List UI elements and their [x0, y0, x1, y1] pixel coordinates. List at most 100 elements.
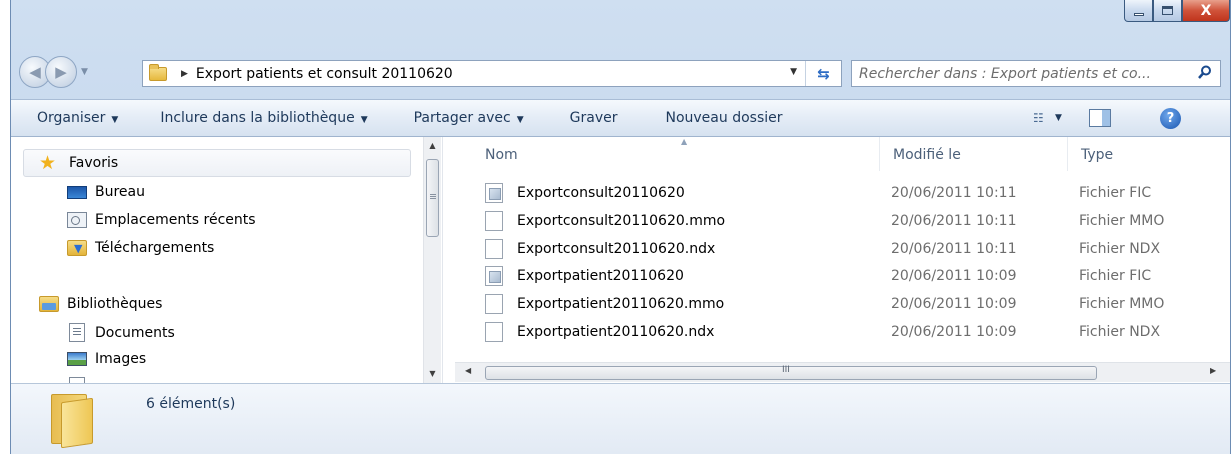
sort-ascending-icon: ▲: [681, 137, 688, 146]
file-list-horizontal-scrollbar[interactable]: ◀ III ▶: [455, 362, 1230, 382]
help-icon[interactable]: ?: [1160, 108, 1181, 129]
view-options-icon[interactable]: ☷: [1033, 111, 1044, 125]
new-folder-button[interactable]: Nouveau dossier: [655, 110, 792, 126]
blank-file-icon: [485, 322, 503, 342]
grip-icon: [430, 194, 436, 200]
burn-button[interactable]: Graver: [560, 110, 628, 126]
nav-item-recent-places[interactable]: Emplacements récents: [67, 212, 256, 228]
grip-icon: III: [782, 365, 790, 375]
file-type: Fichier FIC: [1079, 185, 1152, 201]
folder-icon: [149, 63, 167, 81]
preview-pane-icon[interactable]: [1089, 109, 1111, 127]
blank-file-icon: [485, 239, 503, 259]
file-name: Exportconsult20110620.mmo: [517, 213, 726, 229]
file-modified: 20/06/2011 10:11: [891, 241, 1017, 257]
refresh-icon: ⇆: [817, 64, 830, 83]
minimize-button[interactable]: [1124, 0, 1153, 22]
libraries-icon: [39, 296, 59, 312]
maximize-icon: [1162, 6, 1173, 15]
blank-file-icon: [485, 211, 503, 231]
breadcrumb-current-folder[interactable]: Export patients et consult 20110620: [196, 66, 453, 82]
nav-item-downloads[interactable]: Téléchargements: [67, 240, 214, 256]
nav-item-desktop[interactable]: Bureau: [67, 184, 145, 200]
file-type: Fichier MMO: [1079, 213, 1165, 229]
caption-buttons: X: [1124, 0, 1230, 30]
scroll-up-icon[interactable]: ▲: [424, 141, 441, 150]
details-pane: 6 élément(s): [11, 383, 1230, 454]
maximize-button[interactable]: [1153, 0, 1182, 22]
search-box[interactable]: Rechercher dans : Export patients et co.…: [851, 60, 1221, 87]
scrollbar-thumb[interactable]: III: [485, 365, 1097, 380]
forward-arrow-icon: ▶: [55, 63, 67, 81]
nav-item-images[interactable]: Images: [67, 351, 146, 367]
file-name: Exportconsult20110620: [517, 185, 685, 201]
column-header-name[interactable]: Nom: [485, 147, 518, 163]
documents-icon: [69, 323, 85, 342]
file-name: Exportpatient20110620.mmo: [517, 296, 725, 312]
file-row[interactable]: Exportpatient20110620.mmo 20/06/2011 10:…: [485, 292, 1230, 316]
recent-pages-dropdown-icon[interactable]: ▼: [81, 67, 88, 77]
file-modified: 20/06/2011 10:09: [891, 268, 1017, 284]
file-type: Fichier MMO: [1079, 296, 1165, 312]
file-row[interactable]: Exportconsult20110620.mmo 20/06/2011 10:…: [485, 209, 1230, 233]
file-modified: 20/06/2011 10:11: [891, 213, 1017, 229]
share-with-menu[interactable]: Partager avec ▼: [404, 110, 534, 126]
navigation-pane: ★ Favoris Bureau Emplacements récents Té…: [11, 137, 441, 383]
close-button[interactable]: X: [1182, 0, 1230, 22]
minimize-icon: [1133, 12, 1144, 16]
forward-button[interactable]: ▶: [45, 56, 77, 88]
breadcrumb-arrow-icon[interactable]: ▶: [181, 69, 188, 79]
file-row[interactable]: Exportpatient20110620.ndx 20/06/2011 10:…: [485, 320, 1230, 344]
downloads-folder-icon: [67, 240, 87, 256]
scroll-right-icon[interactable]: ▶: [1210, 366, 1216, 375]
images-icon: [67, 352, 87, 366]
scrollbar-thumb[interactable]: [426, 159, 439, 237]
file-name: Exportpatient20110620: [517, 268, 684, 284]
column-separator[interactable]: [879, 137, 880, 171]
search-input[interactable]: Rechercher dans : Export patients et co.…: [859, 66, 1189, 82]
star-icon: ★: [39, 152, 57, 174]
navigation-buttons: ◀ ▶ ▼: [19, 56, 88, 88]
scroll-down-icon[interactable]: ▼: [424, 369, 441, 378]
chevron-down-icon: ▼: [111, 115, 119, 125]
file-row[interactable]: Exportconsult20110620 20/06/2011 10:11 F…: [485, 181, 1230, 205]
column-header-modified[interactable]: Modifié le: [893, 147, 961, 163]
address-bar[interactable]: ▶ Export patients et consult 20110620 ▼ …: [142, 60, 842, 87]
address-dropdown-icon[interactable]: ▼: [790, 67, 797, 77]
explorer-window: X ◀ ▶ ▼ ▶ Export patients et consult 201…: [10, 0, 1231, 454]
file-modified: 20/06/2011 10:09: [891, 296, 1017, 312]
item-count: 6 élément(s): [146, 396, 236, 412]
file-type: Fichier NDX: [1079, 324, 1161, 340]
command-bar: Organiser ▼ Inclure dans la bibliothèque ▼…: [11, 99, 1230, 137]
folder-icon: [47, 394, 97, 449]
nav-item-favorites[interactable]: ★ Favoris: [39, 152, 118, 174]
nav-item-documents[interactable]: Documents: [67, 323, 175, 342]
view-dropdown-icon[interactable]: ▼: [1055, 113, 1062, 123]
pane-splitter[interactable]: [442, 137, 454, 383]
column-separator[interactable]: [1067, 137, 1068, 171]
chevron-down-icon: ▼: [516, 115, 524, 125]
fic-file-icon: [485, 266, 503, 286]
file-modified: 20/06/2011 10:11: [891, 185, 1017, 201]
file-name: Exportpatient20110620.ndx: [517, 324, 715, 340]
main-area: ★ Favoris Bureau Emplacements récents Té…: [11, 137, 1230, 383]
navigation-pane-scrollbar[interactable]: ▲ ▼: [423, 137, 441, 383]
file-type: Fichier FIC: [1079, 268, 1152, 284]
scroll-left-icon[interactable]: ◀: [465, 366, 471, 375]
desktop-icon: [67, 185, 87, 199]
organize-menu[interactable]: Organiser ▼: [27, 110, 128, 126]
recent-places-icon: [67, 212, 87, 228]
include-in-library-menu[interactable]: Inclure dans la bibliothèque ▼: [150, 110, 377, 126]
nav-item-libraries[interactable]: Bibliothèques: [39, 296, 162, 312]
column-header-type[interactable]: Type: [1081, 147, 1113, 163]
chevron-down-icon: ▼: [360, 115, 368, 125]
file-row[interactable]: Exportpatient20110620 20/06/2011 10:09 F…: [485, 264, 1230, 288]
search-icon[interactable]: [1198, 65, 1212, 79]
refresh-button[interactable]: ⇆: [805, 61, 841, 86]
back-arrow-icon: ◀: [29, 63, 41, 81]
file-row[interactable]: Exportconsult20110620.ndx 20/06/2011 10:…: [485, 237, 1230, 261]
close-icon: X: [1200, 2, 1212, 19]
file-modified: 20/06/2011 10:09: [891, 324, 1017, 340]
file-list: ▲ Nom Modifié le Type Exportconsult20110…: [455, 137, 1230, 383]
fic-file-icon: [485, 183, 503, 203]
